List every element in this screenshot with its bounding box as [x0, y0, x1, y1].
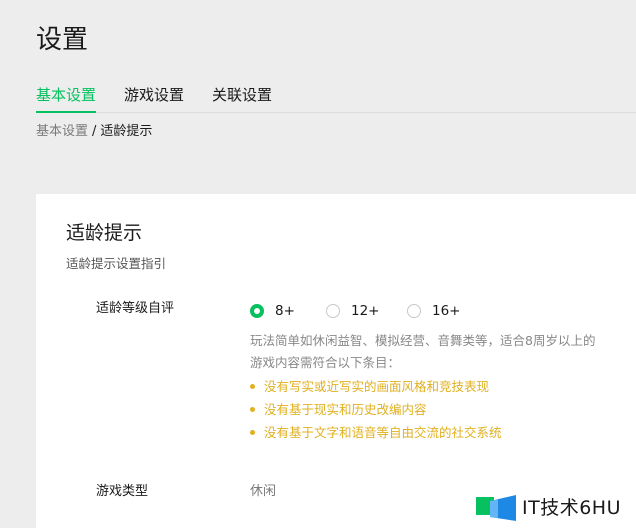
- watermark: IT技术6HU: [476, 492, 621, 524]
- rating-option-label: 16+: [432, 303, 461, 319]
- tab-bar: 基本设置 游戏设置 关联设置: [36, 84, 636, 113]
- game-type-value: 休闲: [250, 484, 277, 499]
- list-item: 没有写实或近写实的画面风格和竞技表现: [250, 375, 502, 398]
- bullet-icon: [250, 384, 255, 389]
- rating-option-label: 8+: [275, 303, 295, 319]
- rating-description-line: 游戏内容需符合以下条目：: [250, 355, 401, 370]
- bullet-icon: [250, 430, 255, 435]
- tab-link-settings[interactable]: 关联设置: [212, 84, 272, 111]
- rating-rules-list: 没有写实或近写实的画面风格和竞技表现 没有基于现实和历史改编内容 没有基于文字和…: [250, 375, 502, 444]
- rating-description-line: 玩法简单如休闲益智、模拟经营、音舞类等，适合8周岁以上的: [250, 333, 596, 348]
- radio-unchecked-icon[interactable]: [326, 304, 340, 318]
- watermark-text: IT技术6HU: [522, 497, 621, 519]
- rating-description: 玩法简单如休闲益智、模拟经营、音舞类等，适合8周岁以上的 游戏内容需符合以下条目…: [250, 330, 636, 374]
- age-rating-card: 适龄提示 适龄提示设置指引 适龄等级自评 8+ 12+ 16+ 玩法简单如休闲益…: [36, 194, 636, 528]
- breadcrumb: 基本设置 / 适龄提示: [36, 123, 152, 141]
- card-subtitle: 适龄提示设置指引: [66, 256, 167, 271]
- rating-label: 适龄等级自评: [96, 301, 175, 316]
- radio-unchecked-icon[interactable]: [407, 304, 421, 318]
- radio-checked-icon[interactable]: [250, 304, 264, 318]
- rule-text: 没有基于现实和历史改编内容: [264, 402, 427, 417]
- rating-option-16[interactable]: 16+: [407, 301, 461, 321]
- rating-option-12[interactable]: 12+: [326, 301, 380, 321]
- breadcrumb-separator: /: [92, 124, 97, 139]
- rule-text: 没有基于文字和语音等自由交流的社交系统: [264, 425, 502, 440]
- bullet-icon: [250, 407, 255, 412]
- game-type-label: 游戏类型: [96, 484, 149, 499]
- rating-option-label: 12+: [351, 303, 380, 319]
- rule-text: 没有写实或近写实的画面风格和竞技表现: [264, 379, 490, 394]
- tab-game-settings[interactable]: 游戏设置: [124, 84, 184, 111]
- list-item: 没有基于文字和语音等自由交流的社交系统: [250, 421, 502, 444]
- rating-option-8[interactable]: 8+: [250, 301, 295, 321]
- breadcrumb-current: 适龄提示: [100, 124, 153, 139]
- page-title: 设置: [36, 25, 89, 55]
- breadcrumb-parent[interactable]: 基本设置: [36, 124, 88, 139]
- logo-icon: [476, 495, 516, 521]
- list-item: 没有基于现实和历史改编内容: [250, 398, 502, 421]
- card-title: 适龄提示: [66, 222, 143, 244]
- tab-basic-settings[interactable]: 基本设置: [36, 84, 97, 113]
